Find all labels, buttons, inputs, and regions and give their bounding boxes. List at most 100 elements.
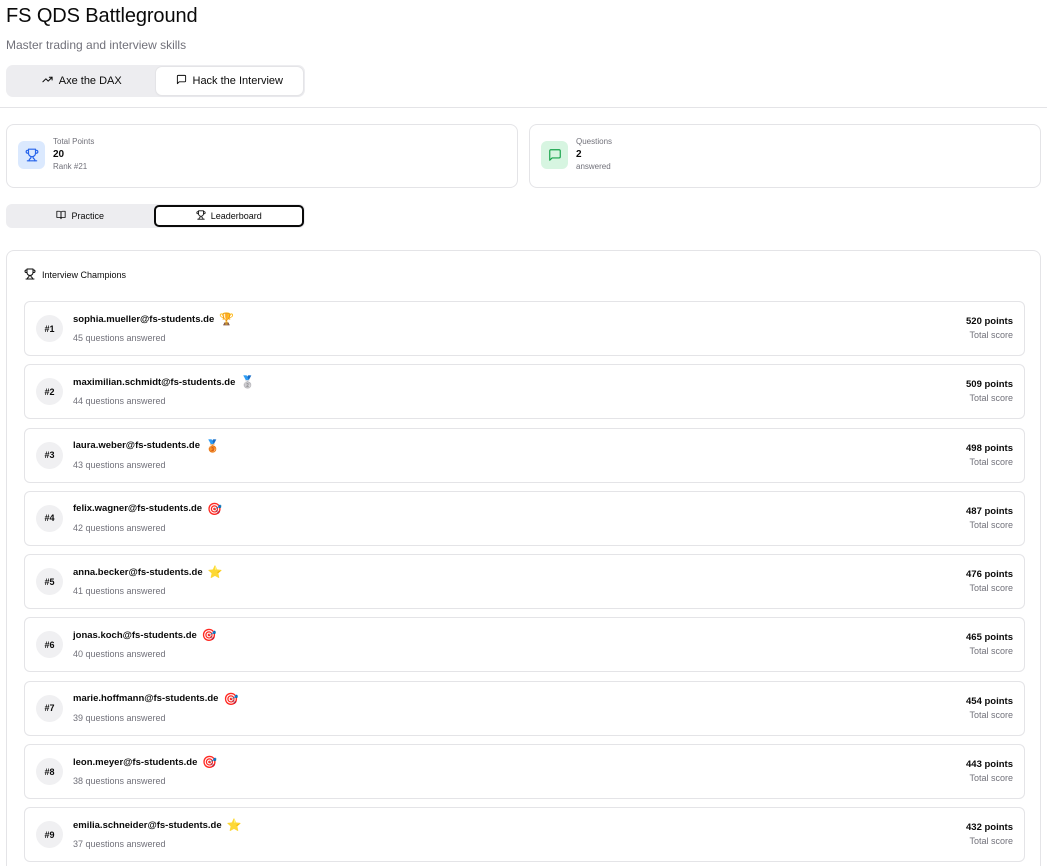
questions-answered: 37 questions answered (73, 839, 166, 850)
score-label: Total score (969, 456, 1013, 467)
user-info: laura.weber@fs-students.de 🥉 (73, 440, 220, 452)
message-square-icon (541, 141, 568, 169)
bronze-medal-icon: 🥉 (205, 438, 220, 453)
score-label: Total score (969, 709, 1013, 720)
user-email: jonas.koch@fs-students.de (73, 629, 197, 641)
user-info: emilia.schneider@fs-students.de ⭐ (73, 819, 242, 831)
rank-badge: #6 (36, 631, 63, 659)
tab-hack-the-interview[interactable]: Hack the Interview (155, 67, 303, 95)
points-value: 487 points (966, 505, 1013, 517)
points-value: 520 points (966, 316, 1013, 327)
leaderboard-title: Interview Champions (42, 270, 127, 280)
user-email: sophia.mueller@fs-students.de (73, 313, 215, 325)
leaderboard-row[interactable]: #2 maximilian.schmidt@fs-students.de 🥈 4… (24, 364, 1025, 420)
message-square-icon (176, 74, 187, 88)
target-icon: 🎯 (207, 501, 223, 516)
questions-answered: 43 questions answered (73, 459, 166, 470)
tab-practice[interactable]: Practice (7, 205, 154, 227)
rank-badge: #7 (36, 694, 63, 722)
user-info: felix.wagner@fs-students.de 🎯 (73, 503, 222, 515)
stat-sub: answered (576, 162, 611, 171)
tab-axe-the-dax[interactable]: Axe the DAX (8, 67, 156, 95)
points-value: 454 points (966, 695, 1013, 707)
score-label: Total score (969, 583, 1013, 594)
leaderboard-row[interactable]: #5 anna.becker@fs-students.de ⭐ 41 quest… (24, 554, 1025, 610)
header-divider (0, 107, 1047, 108)
mode-tabs: Axe the DAX Hack the Interview (6, 65, 305, 97)
score-label: Total score (969, 330, 1013, 340)
tab-label: Leaderboard (210, 211, 262, 221)
leaderboard-row[interactable]: #4 felix.wagner@fs-students.de 🎯 42 ques… (24, 490, 1025, 546)
user-info: anna.becker@fs-students.de ⭐ (73, 566, 223, 578)
star-icon: ⭐ (226, 818, 242, 833)
questions-answered: 42 questions answered (73, 522, 166, 533)
star-icon: ⭐ (207, 565, 223, 580)
points-value: 465 points (966, 632, 1013, 644)
user-email: marie.hoffmann@fs-students.de (73, 693, 219, 705)
questions-answered: 38 questions answered (73, 776, 166, 787)
rank-text: Rank #21 (53, 162, 88, 171)
user-info: jonas.koch@fs-students.de 🎯 (73, 629, 217, 641)
trophy-icon (18, 141, 45, 169)
trophy-icon (24, 268, 36, 282)
user-info: maximilian.schmidt@fs-students.de 🥈 (73, 376, 255, 388)
stat-label: Questions (576, 137, 613, 146)
page-title: FS QDS Battleground (6, 5, 198, 27)
user-info: sophia.mueller@fs-students.de 🏆 (73, 313, 234, 325)
leaderboard-row[interactable]: #8 leon.meyer@fs-students.de 🎯 38 questi… (24, 744, 1025, 800)
rank-badge: #9 (36, 821, 63, 849)
user-email: emilia.schneider@fs-students.de (73, 819, 222, 831)
stat-value: 2 (576, 149, 582, 160)
leaderboard-row[interactable]: #1 sophia.mueller@fs-students.de 🏆 45 qu… (24, 301, 1025, 356)
target-icon: 🎯 (202, 755, 218, 770)
leaderboard-row[interactable]: #3 laura.weber@fs-students.de 🥉 43 quest… (24, 427, 1025, 483)
tab-leaderboard[interactable]: Leaderboard (153, 205, 304, 227)
score-label: Total score (969, 393, 1013, 404)
target-icon: 🎯 (201, 628, 217, 643)
score-label: Total score (969, 519, 1013, 530)
points-value: 443 points (966, 759, 1013, 771)
leaderboard-panel: Interview Champions #1 sophia.mueller@fs… (6, 250, 1041, 866)
points-value: 509 points (966, 379, 1013, 391)
stat-label: Total Points (53, 137, 95, 146)
trophy-icon (196, 210, 206, 222)
leaderboard-list: #1 sophia.mueller@fs-students.de 🏆 45 qu… (24, 301, 1025, 866)
questions-answered: 39 questions answered (73, 712, 166, 723)
rank-badge: #2 (36, 378, 63, 406)
points-value: 498 points (966, 442, 1013, 454)
questions-answered: 45 questions answered (73, 333, 166, 343)
score-label: Total score (969, 646, 1013, 657)
leaderboard-header: Interview Champions (24, 268, 126, 282)
tab-label: Practice (71, 211, 104, 221)
page-subtitle: Master trading and interview skills (6, 38, 187, 52)
leaderboard-row[interactable]: #6 jonas.koch@fs-students.de 🎯 40 questi… (24, 617, 1025, 673)
points-value: 432 points (966, 822, 1013, 834)
trending-up-icon (42, 74, 53, 88)
questions-answered: 40 questions answered (73, 649, 166, 660)
user-email: maximilian.schmidt@fs-students.de (73, 376, 236, 388)
score-label: Total score (969, 773, 1013, 784)
user-email: felix.wagner@fs-students.de (73, 503, 203, 515)
tab-label: Axe the DAX (58, 75, 122, 87)
leaderboard-row[interactable]: #9 emilia.schneider@fs-students.de ⭐ 37 … (24, 807, 1025, 863)
user-email: leon.meyer@fs-students.de (73, 756, 198, 768)
rank-badge: #8 (36, 758, 63, 786)
tab-label: Hack the Interview (192, 75, 283, 87)
rank-badge: #3 (36, 441, 63, 469)
view-tabs: Practice Leaderboard (6, 204, 305, 228)
target-icon: 🎯 (223, 691, 239, 706)
questions-answered: 41 questions answered (73, 586, 166, 597)
total-points-card: Total Points 20 Rank #21 (6, 124, 518, 188)
user-info: leon.meyer@fs-students.de 🎯 (73, 756, 217, 768)
rank-badge: #1 (36, 315, 63, 342)
stat-value: 20 (53, 149, 65, 160)
silver-medal-icon: 🥈 (240, 375, 256, 390)
questions-answered: 44 questions answered (73, 396, 166, 407)
points-value: 476 points (966, 569, 1013, 581)
questions-card: Questions 2 answered (529, 124, 1041, 188)
book-open-icon (56, 210, 67, 222)
score-label: Total score (969, 836, 1013, 847)
user-email: laura.weber@fs-students.de (73, 440, 200, 452)
rank-badge: #4 (36, 504, 63, 532)
leaderboard-row[interactable]: #7 marie.hoffmann@fs-students.de 🎯 39 qu… (24, 680, 1025, 736)
